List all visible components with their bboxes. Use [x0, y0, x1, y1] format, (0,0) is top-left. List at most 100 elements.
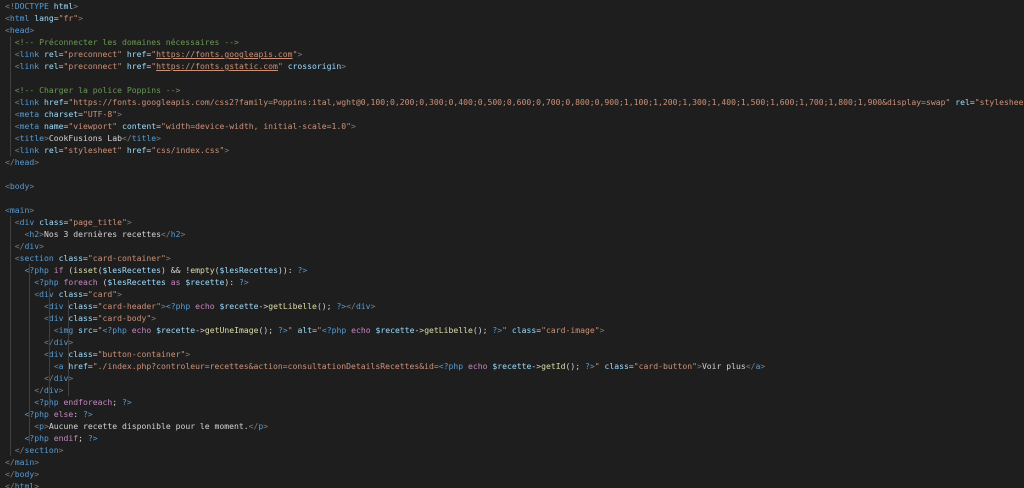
code-token: (); [565, 361, 585, 371]
code-line[interactable]: <html lang="fr"> [5, 12, 83, 24]
code-token: </ [14, 241, 25, 251]
code-token: else [53, 409, 74, 419]
code-token: > [151, 313, 157, 323]
code-token: endif [53, 433, 79, 443]
code-token: <?php [321, 325, 347, 335]
code-token: div [48, 301, 64, 311]
code-token: crossorigin [287, 61, 342, 71]
code-line[interactable]: <main> [5, 204, 34, 216]
code-token: <?php [24, 433, 49, 443]
code-token: class [68, 301, 93, 311]
code-editor[interactable]: <!DOCTYPE html> <html lang="fr"> <head> <!… [0, 0, 1024, 488]
code-line[interactable]: <?php foreach ($lesRecettes as $recette)… [5, 276, 249, 288]
code-token: html [14, 481, 35, 488]
code-token: "card-button" [633, 361, 698, 371]
code-token: ): [224, 277, 239, 287]
code-line[interactable]: <?php else: ?> [5, 408, 93, 420]
code-line[interactable]: <section class="card-container"> [5, 252, 171, 264]
code-token: main [9, 205, 30, 215]
code-line[interactable]: <?php endif; ?> [5, 432, 98, 444]
code-line[interactable]: <title>CookFusions Lab</title> [5, 132, 161, 144]
code-line[interactable]: </body> [5, 468, 39, 480]
code-line[interactable]: <link rel="preconnect" href="https://fon… [5, 48, 303, 60]
code-token: echo [467, 361, 488, 371]
code-line[interactable]: </div> [5, 336, 73, 348]
code-token: class [68, 349, 93, 359]
code-line[interactable]: <div class="button-container"> [5, 348, 190, 360]
code-token: <?php [24, 409, 49, 419]
code-line[interactable]: <meta charset="UTF-8"> [5, 108, 122, 120]
code-line[interactable]: <div class="page_title"> [5, 216, 132, 228]
code-token: (); [316, 301, 337, 311]
code-line[interactable]: </div> [5, 240, 44, 252]
code-token: : [73, 409, 83, 419]
code-token: rel [44, 49, 59, 59]
code-token: meta [19, 121, 40, 131]
code-token: </ [121, 133, 132, 143]
code-token: $lesRecettes [102, 265, 161, 275]
code-token: html [53, 1, 74, 11]
code-token: "card-body" [97, 313, 152, 323]
code-token: > [180, 229, 186, 239]
code-token: )): [277, 265, 298, 275]
code-line[interactable]: <link rel="preconnect" href="https://fon… [5, 60, 346, 72]
code-token: "card-header" [97, 301, 161, 311]
code-token: section [24, 445, 59, 455]
code-token: > [58, 385, 64, 395]
code-line[interactable]: </div> [5, 384, 64, 396]
code-token: div [19, 217, 35, 227]
code-token: head [14, 157, 35, 167]
code-line[interactable]: </main> [5, 456, 39, 468]
code-line[interactable]: <meta name="viewport" content="width=dev… [5, 120, 356, 132]
code-token: title [131, 133, 157, 143]
code-token: https://fonts.gstatic.com [156, 61, 278, 71]
code-token: $recette [375, 325, 415, 335]
code-line[interactable]: <head> [5, 24, 34, 36]
code-token: <?php [102, 325, 127, 335]
code-line[interactable]: </section> [5, 444, 64, 456]
code-token: ?> [121, 397, 132, 407]
code-token: ( [97, 277, 108, 287]
code-line[interactable]: <!-- Préconnecter les domaines nécessair… [5, 36, 239, 48]
code-line[interactable]: <body> [5, 180, 34, 192]
code-token: ?> [584, 361, 595, 371]
code-token: html [9, 13, 30, 23]
code-line[interactable]: <!-- Charger la police Poppins --> [5, 84, 181, 96]
code-line[interactable]: <div class="card"> [5, 288, 122, 300]
code-token: ?> [238, 277, 249, 287]
code-token: > [263, 421, 269, 431]
code-token: ?> [83, 409, 93, 419]
code-token: div [53, 337, 69, 347]
code-line[interactable]: </html> [5, 480, 39, 488]
code-token: getLibelle [268, 301, 317, 311]
code-token: > [126, 217, 132, 227]
code-token: ; [78, 433, 88, 443]
code-token: "stylesheet" [63, 145, 122, 155]
code-line[interactable]: <h2>Nos 3 dernières recettes</h2> [5, 228, 186, 240]
code-token: > [341, 61, 347, 71]
code-token: ?> [297, 265, 308, 275]
code-line[interactable]: <a href="./index.php?controleur=recettes… [5, 360, 766, 372]
code-line[interactable]: <img src="<?php echo $recette->getUneIma… [5, 324, 605, 336]
code-token: Voir plus [701, 361, 746, 371]
code-token: </ [160, 229, 171, 239]
code-token: "card-container" [87, 253, 166, 263]
code-line[interactable]: <p>Aucune recette disponible pour le mom… [5, 420, 268, 432]
code-line[interactable]: <link rel="stylesheet" href="css/index.c… [5, 144, 229, 156]
code-line[interactable]: <?php if (isset($lesRecettes) && !empty(… [5, 264, 308, 276]
code-line[interactable]: <?php endforeach; ?> [5, 396, 132, 408]
code-token: link [19, 145, 40, 155]
code-token: $lesRecettes [219, 265, 278, 275]
code-line[interactable]: <div class="card-header"><?php echo $rec… [5, 300, 375, 312]
code-token: </ [5, 157, 15, 167]
code-line[interactable]: </head> [5, 156, 39, 168]
code-line[interactable]: <link href="https://fonts.googleapis.com… [5, 96, 1024, 108]
code-token: <! [5, 1, 15, 11]
code-line[interactable]: <div class="card-body"> [5, 312, 156, 324]
code-line[interactable]: <!DOCTYPE html> [5, 0, 78, 12]
code-token: > [760, 361, 766, 371]
code-token: charset [44, 109, 79, 119]
code-line[interactable]: </div> [5, 372, 73, 384]
